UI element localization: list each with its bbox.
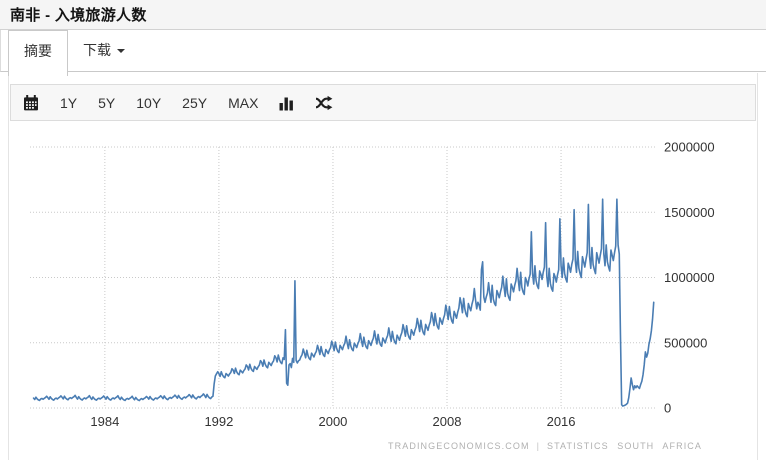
line-chart: 1984 1992 2000 2008 2016 0 500000 1000000 150000… <box>30 140 715 429</box>
chart-attribution: TRADINGECONOMICS.COM | STATISTICS SOUTH AF… <box>388 441 702 451</box>
y-axis-label: 2000000 <box>664 140 715 155</box>
y-axis-label: 0 <box>664 401 671 416</box>
x-axis-label: 2016 <box>547 414 576 429</box>
x-axis-label: 1984 <box>90 414 119 429</box>
y-axis-label: 500000 <box>664 335 707 350</box>
page-title: 南非 - 入境旅游人数 <box>10 7 147 24</box>
y-axis-label: 1000000 <box>664 270 715 285</box>
range-button-max[interactable]: MAX <box>228 96 258 110</box>
range-button-25y[interactable]: 25Y <box>182 96 207 110</box>
tab-download-label: 下载 <box>83 42 111 58</box>
attribution-source-1: TRADINGECONOMICS.COM <box>388 441 530 451</box>
calendar-icon[interactable] <box>23 94 39 111</box>
title-bar: 南非 - 入境旅游人数 <box>0 0 766 30</box>
attribution-separator: | <box>536 441 541 451</box>
x-axis-label: 2000 <box>318 414 347 429</box>
range-button-1y[interactable]: 1Y <box>60 96 77 110</box>
x-axis-label: 1992 <box>204 414 233 429</box>
chart-toolbar: 1Y 5Y 10Y 25Y MAX <box>10 84 756 121</box>
tab-bar: 摘要 下载 <box>0 30 766 76</box>
caret-down-icon <box>117 49 125 53</box>
attribution-source-2: STATISTICS SOUTH AFRICA <box>547 441 702 451</box>
range-button-5y[interactable]: 5Y <box>98 96 115 110</box>
column-chart-icon[interactable] <box>279 95 294 111</box>
tab-summary[interactable]: 摘要 <box>8 30 68 76</box>
shuffle-icon[interactable] <box>315 95 333 111</box>
x-axis-label: 2008 <box>433 414 462 429</box>
y-axis-label: 1500000 <box>664 205 715 220</box>
tab-download[interactable]: 下载 <box>68 30 140 71</box>
tab-summary-label: 摘要 <box>24 43 52 59</box>
range-button-10y[interactable]: 10Y <box>136 96 161 110</box>
